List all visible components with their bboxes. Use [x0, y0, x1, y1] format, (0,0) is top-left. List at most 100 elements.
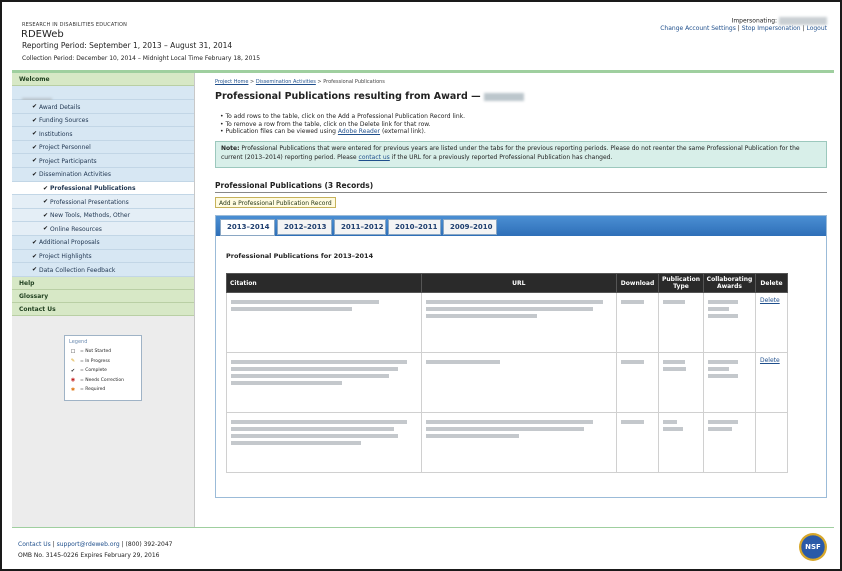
tab-2012-2013[interactable]: 2012–2013: [277, 219, 332, 235]
sidebar-item-professional-publications[interactable]: ✔ Professional Publications: [12, 181, 194, 196]
check-icon: ✔: [32, 130, 38, 138]
page-header: RESEARCH IN DISABILITIES EDUCATION RDEWe…: [12, 12, 834, 70]
download-cell-redacted: [616, 412, 660, 473]
sidebar-item-label: Professional Publications: [50, 185, 136, 193]
change-account-settings-link[interactable]: Change Account Settings: [660, 25, 736, 32]
sidebar-item-data-collection-feedback[interactable]: ✔ Data Collection Feedback: [12, 263, 194, 277]
reporting-period: Reporting Period: September 1, 2013 – Au…: [22, 41, 233, 50]
award-number-redacted: [483, 92, 524, 101]
add-publication-button[interactable]: Add a Professional Publication Record: [215, 197, 336, 208]
sidebar-item-label: Professional Presentations: [50, 198, 129, 206]
breadcrumb-project-home[interactable]: Project Home: [215, 79, 248, 85]
col-collaborating-awards: Collaborating Awards: [702, 273, 756, 293]
sidebar-item-award-details[interactable]: ✔ Award Details: [12, 100, 194, 114]
needs-correction-icon: ◉: [70, 377, 76, 384]
breadcrumb-current: Professional Publications: [323, 79, 385, 85]
note-label: Note:: [221, 145, 240, 152]
col-url: URL: [420, 273, 618, 293]
check-icon: ✔: [32, 103, 38, 110]
delete-link[interactable]: Delete: [760, 297, 780, 304]
stop-impersonation-link[interactable]: Stop Impersonation: [742, 25, 801, 32]
table-row: [226, 412, 789, 473]
footer-email-link[interactable]: support@rdeweb.org: [57, 541, 120, 548]
adobe-reader-link[interactable]: Adobe Reader: [338, 128, 380, 135]
tab-2011-2012[interactable]: 2011–2012: [334, 219, 386, 235]
sidebar-welcome[interactable]: Welcome: [12, 73, 194, 86]
sidebar-item-project-participants[interactable]: ✔ Project Participants: [12, 154, 194, 168]
download-cell-redacted: [616, 352, 660, 413]
sidebar-contact[interactable]: Contact Us: [12, 302, 194, 316]
sidebar-item-additional-proposals[interactable]: ✔ Additional Proposals: [12, 235, 194, 250]
table-row: Delete: [226, 352, 789, 413]
legend-not-started: = Not Started: [80, 349, 112, 355]
sidebar-glossary[interactable]: Glossary: [12, 289, 194, 303]
citation-cell-redacted: [226, 352, 422, 413]
type-cell-redacted: [658, 412, 704, 473]
sidebar-item-label: Additional Proposals: [39, 239, 100, 247]
col-download: Download: [616, 273, 660, 293]
contact-us-link[interactable]: contact us: [359, 154, 390, 161]
check-icon: ✔: [32, 238, 38, 246]
sidebar-items: ✔ Award Details ✔ Funding Sources ✔ Instituti…: [12, 100, 194, 277]
instruction-external: (external link).: [381, 128, 426, 135]
check-icon: ✔: [70, 367, 76, 374]
type-cell-redacted: [658, 352, 704, 413]
col-citation: Citation: [226, 273, 422, 293]
footer-phone: (800) 392-2047: [125, 541, 173, 548]
sidebar-user-redacted: [12, 86, 194, 104]
note-box: Note: Professional Publications that wer…: [215, 141, 827, 168]
required-icon: ✱: [70, 386, 76, 393]
page-frame: RESEARCH IN DISABILITIES EDUCATION RDEWe…: [0, 0, 842, 571]
breadcrumb-dissemination[interactable]: Dissemination Activities: [256, 79, 316, 85]
sidebar-item-label: Institutions: [39, 130, 73, 138]
sidebar-item-funding-sources[interactable]: ✔ Funding Sources: [12, 113, 194, 128]
page-footer: Contact Us | support@rdeweb.org | (800) …: [12, 527, 834, 563]
footer-omb: OMB No. 3145-0226 Expires February 29, 2…: [18, 552, 160, 559]
page-title: Professional Publications resulting from…: [215, 91, 524, 102]
legend-required: = Required: [80, 387, 106, 393]
awards-cell-redacted: [702, 412, 756, 473]
sidebar-item-professional-presentations[interactable]: ✔ Professional Presentations: [12, 195, 194, 209]
check-icon: ✔: [32, 266, 38, 274]
sidebar-item-label: Online Resources: [50, 225, 102, 233]
sidebar-item-label: Funding Sources: [39, 117, 89, 125]
tab-2010-2011[interactable]: 2010–2011: [388, 219, 441, 235]
tab-2009-2010[interactable]: 2009–2010: [443, 219, 497, 235]
sidebar-item-new-tools-methods-other[interactable]: ✔ New Tools, Methods, Other: [12, 208, 194, 223]
type-cell-redacted: [658, 292, 704, 353]
url-cell-redacted: [420, 412, 618, 473]
sidebar-help[interactable]: Help: [12, 276, 194, 290]
sidebar-item-institutions[interactable]: ✔ Institutions: [12, 127, 194, 141]
check-icon: ✔: [32, 116, 38, 124]
sidebar-item-project-personnel[interactable]: ✔ Project Personnel: [12, 140, 194, 155]
citation-cell-redacted: [226, 292, 422, 353]
delete-cell: [754, 412, 789, 473]
legend-complete: = Complete: [80, 368, 107, 374]
impersonated-user-redacted: [779, 17, 827, 25]
col-delete: Delete: [754, 273, 789, 293]
check-icon: ✔: [32, 170, 38, 178]
check-icon: ✔: [32, 252, 38, 260]
section-title: Professional Publications (3 Records): [215, 181, 374, 190]
not-started-icon: ☐: [70, 348, 76, 355]
tab-2013-2014[interactable]: 2013–2014: [220, 219, 275, 236]
table-row: Delete: [226, 292, 789, 353]
sidebar-item-label: Project Personnel: [39, 144, 91, 152]
sidebar-item-label: Project Highlights: [39, 253, 92, 261]
delete-link[interactable]: Delete: [760, 357, 780, 364]
awards-cell-redacted: [702, 292, 756, 353]
sidebar-item-project-highlights[interactable]: ✔ Project Highlights: [12, 249, 194, 264]
sidebar-item-dissemination-activities[interactable]: ✔ Dissemination Activities: [12, 167, 194, 182]
awards-cell-redacted: [702, 352, 756, 413]
download-cell-redacted: [616, 292, 660, 353]
legend-needs-correction: = Needs Correction: [80, 377, 125, 383]
sidebar-item-online-resources[interactable]: ✔ Online Resources: [12, 222, 194, 236]
table-title: Professional Publications for 2013–2014: [226, 252, 374, 260]
app-title: RDEWeb: [21, 29, 64, 40]
org-name: RESEARCH IN DISABILITIES EDUCATION: [22, 22, 128, 28]
sidebar-item-label: New Tools, Methods, Other: [50, 212, 131, 220]
footer-contact-link[interactable]: Contact Us: [18, 541, 51, 548]
logout-link[interactable]: Logout: [806, 25, 827, 32]
impersonation-panel: Impersonating: Change Account Settings |…: [660, 17, 827, 32]
instruction-add: To add rows to the table, click on the A…: [225, 113, 466, 120]
